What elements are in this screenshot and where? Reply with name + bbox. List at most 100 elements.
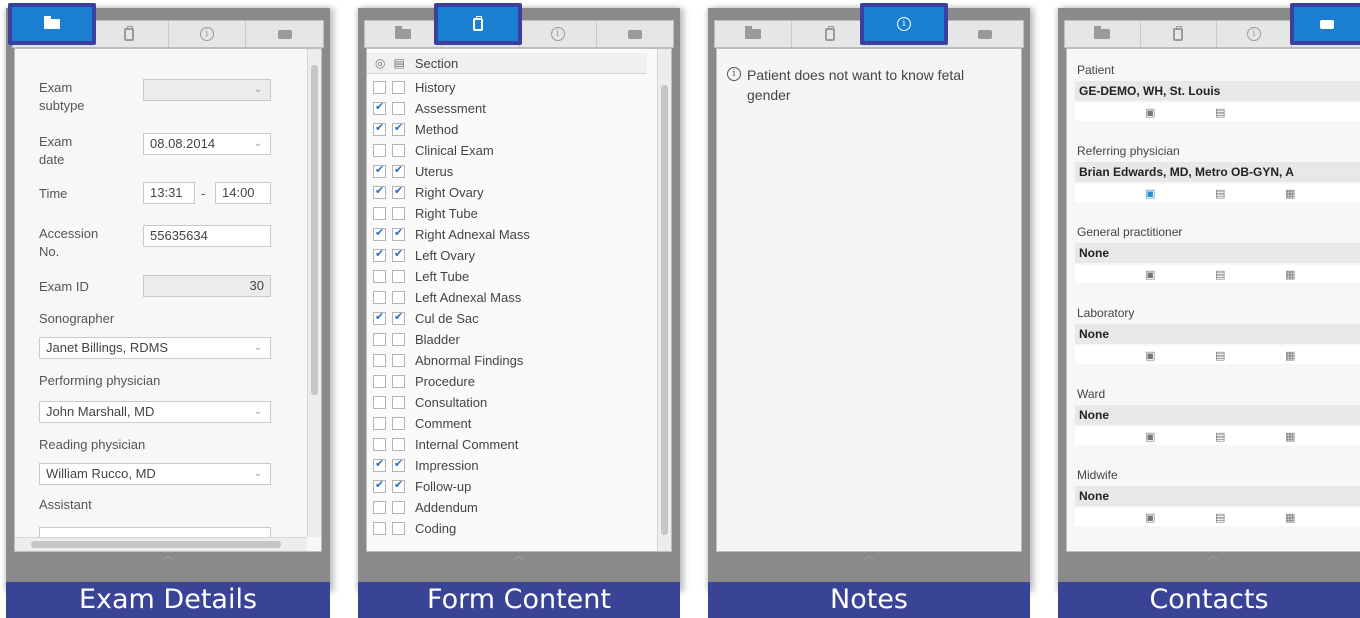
print-checkbox[interactable] [392,310,405,325]
exam-date-select[interactable]: 08.08.2014 ⌄ [143,133,271,155]
visible-checkbox[interactable] [373,522,386,535]
print-checkbox[interactable] [392,522,405,535]
print-checkbox[interactable] [392,247,405,262]
visible-checkbox[interactable] [373,81,386,94]
fax-icon[interactable]: ▦ [1285,268,1295,281]
visible-checkbox[interactable] [373,247,386,262]
visible-checkbox[interactable] [373,478,386,493]
print-icon[interactable]: ▤ [1215,511,1225,524]
visible-checkbox[interactable] [373,438,386,451]
print-checkbox[interactable] [392,375,405,388]
details-icon[interactable]: ▣ [1145,187,1155,200]
contact-actions: ▣ ▤ [1075,103,1360,121]
details-icon[interactable]: ▣ [1145,430,1155,443]
visible-checkbox[interactable] [373,100,386,115]
visible-checkbox[interactable] [373,207,386,220]
accession-field[interactable]: 55635634 [143,225,271,247]
performing-physician-select[interactable]: John Marshall, MD ⌄ [39,401,271,423]
visible-checkbox[interactable] [373,501,386,514]
print-checkbox[interactable] [392,457,405,472]
scrollbar-thumb[interactable] [311,65,318,395]
notes-content: i Patient does not want to know fetal ge… [716,48,1022,552]
visible-checkbox[interactable] [373,270,386,283]
section-row: Abnormal Findings [367,350,523,371]
print-checkbox[interactable] [392,396,405,409]
print-checkbox[interactable] [392,291,405,304]
contact-actions: ▣ ▤ ▦ [1075,346,1360,364]
print-checkbox[interactable] [392,102,405,115]
vertical-scrollbar[interactable] [657,49,671,551]
sonographer-select[interactable]: Janet Billings, RDMS ⌄ [39,337,271,359]
print-checkbox[interactable] [392,438,405,451]
print-checkbox[interactable] [392,163,405,178]
time-start-field[interactable]: 13:31 [143,182,195,204]
visible-checkbox[interactable] [373,457,386,472]
tab-exam-details[interactable] [715,21,793,47]
print-icon[interactable]: ▤ [1215,106,1225,119]
visible-checkbox[interactable] [373,310,386,325]
tab-contacts[interactable] [246,21,323,47]
tab-notes[interactable]: i [169,21,247,47]
print-checkbox[interactable] [392,144,405,157]
print-checkbox[interactable] [392,207,405,220]
print-icon[interactable]: ▤ [1215,268,1225,281]
visible-checkbox[interactable] [373,184,386,199]
tab-exam-details[interactable] [365,21,443,47]
visible-checkbox[interactable] [373,417,386,430]
print-checkbox[interactable] [392,226,405,241]
tab-form-content[interactable] [91,21,169,47]
visible-checkbox[interactable] [373,163,386,178]
vertical-scrollbar[interactable] [307,49,321,537]
tab-form-content[interactable] [792,21,870,47]
reading-physician-select[interactable]: William Rucco, MD ⌄ [39,463,271,485]
details-icon[interactable]: ▣ [1145,349,1155,362]
expand-caret-icon[interactable]: ︿ [358,547,680,562]
visible-checkbox[interactable] [373,375,386,388]
tab-contacts[interactable] [597,21,673,47]
visible-checkbox[interactable] [373,144,386,157]
tab-form-content[interactable] [1141,21,1217,47]
active-tab-highlight[interactable] [8,3,96,45]
visible-checkbox[interactable] [373,226,386,241]
mail-icon [1320,19,1334,29]
time-end-field[interactable]: 14:00 [215,182,271,204]
active-tab-highlight[interactable] [1290,3,1360,45]
accession-label: Accession No. [39,226,99,259]
print-checkbox[interactable] [392,121,405,136]
active-tab-highlight[interactable]: i [860,3,948,45]
visible-checkbox[interactable] [373,396,386,409]
fax-icon[interactable]: ▦ [1285,349,1295,362]
visible-checkbox[interactable] [373,291,386,304]
tab-notes[interactable]: i [1217,21,1293,47]
print-icon[interactable]: ▤ [1215,349,1225,362]
tab-notes[interactable]: i [520,21,597,47]
details-icon[interactable]: ▣ [1145,511,1155,524]
exam-subtype-select[interactable]: ⌄ [143,79,271,101]
expand-caret-icon[interactable]: ︿ [708,547,1030,562]
tab-exam-details[interactable] [1065,21,1141,47]
details-icon[interactable]: ▣ [1145,268,1155,281]
print-checkbox[interactable] [392,270,405,283]
expand-caret-icon[interactable]: ︿ [1058,547,1360,562]
expand-caret-icon[interactable]: ︿ [6,547,330,562]
visible-checkbox[interactable] [373,354,386,367]
print-icon[interactable]: ▤ [1215,430,1225,443]
print-checkbox[interactable] [392,184,405,199]
print-icon[interactable]: ▤ [1215,187,1225,200]
fax-icon[interactable]: ▦ [1285,511,1295,524]
print-checkbox[interactable] [392,417,405,430]
print-checkbox[interactable] [392,354,405,367]
active-tab-highlight[interactable] [434,3,522,45]
fax-icon[interactable]: ▦ [1285,430,1295,443]
fax-icon[interactable]: ▦ [1285,187,1295,200]
print-checkbox[interactable] [392,81,405,94]
scrollbar-thumb[interactable] [661,85,668,535]
print-checkbox[interactable] [392,501,405,514]
details-icon[interactable]: ▣ [1145,106,1155,119]
print-checkbox[interactable] [392,333,405,346]
tab-contacts[interactable] [947,21,1023,47]
folder-icon [1094,26,1111,39]
visible-checkbox[interactable] [373,333,386,346]
visible-checkbox[interactable] [373,121,386,136]
print-checkbox[interactable] [392,478,405,493]
